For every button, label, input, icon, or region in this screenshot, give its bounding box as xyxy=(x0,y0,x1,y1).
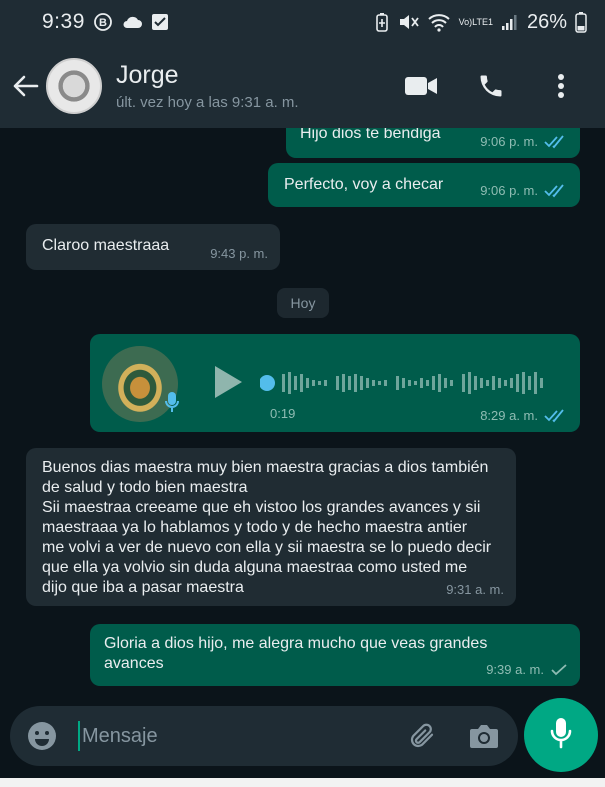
voice-record-button[interactable] xyxy=(524,698,598,772)
phone-icon[interactable] xyxy=(473,68,509,104)
contact-avatar[interactable] xyxy=(46,58,102,114)
text-caret xyxy=(78,721,80,751)
battery-icon xyxy=(575,11,587,33)
svg-text:B: B xyxy=(99,17,107,29)
read-double-check-icon xyxy=(544,409,568,423)
message-composer xyxy=(0,698,605,787)
read-double-check-icon xyxy=(544,184,568,198)
message-text: Claroo maestraaa xyxy=(42,237,170,254)
message-outgoing[interactable]: Perfecto, voy a checar 9:06 p. m. xyxy=(268,163,580,207)
message-time: 9:06 p. m. xyxy=(480,134,538,149)
battery-percent: 26% xyxy=(526,10,567,33)
voice-message[interactable]: 0:19 8:29 a. m. xyxy=(90,334,580,432)
attach-icon[interactable] xyxy=(402,716,442,756)
message-time: 9:43 p. m. xyxy=(210,246,268,261)
network-lte-label: LTE1 xyxy=(472,16,493,27)
more-options-icon[interactable] xyxy=(543,68,579,104)
message-outgoing[interactable]: Gloria a dios hijo, me alegra mucho que … xyxy=(90,624,580,686)
network-volte-label: Vo) xyxy=(458,16,473,27)
chat-area[interactable]: Hijo dios te bendiga 9:06 p. m. Perfecto… xyxy=(0,128,605,698)
message-text: Perfecto, voy a checar xyxy=(284,176,444,193)
message-time: 9:31 a. m. xyxy=(446,582,504,597)
check-box-icon xyxy=(151,13,169,31)
system-nav-bar xyxy=(0,778,605,787)
camera-icon[interactable] xyxy=(464,716,504,756)
voice-waveform[interactable] xyxy=(260,368,560,398)
sent-double-check-icon xyxy=(550,663,568,677)
message-time: 9:39 a. m. xyxy=(486,662,544,677)
message-incoming[interactable]: Buenos dias maestra muy bien maestra gra… xyxy=(26,448,516,606)
contact-name[interactable]: Jorge xyxy=(116,61,403,90)
play-icon[interactable] xyxy=(212,364,244,406)
mic-icon xyxy=(549,716,573,755)
message-input[interactable] xyxy=(82,724,380,748)
day-separator: Hoy xyxy=(277,288,329,318)
message-time: 9:06 p. m. xyxy=(480,183,538,198)
message-outgoing[interactable]: Hijo dios te bendiga 9:06 p. m. xyxy=(286,128,580,158)
message-text: Buenos dias maestra muy bien maestra gra… xyxy=(42,459,492,596)
status-bar: 9:39 B Vo) LTE1 26% xyxy=(0,0,605,44)
emoji-icon[interactable] xyxy=(24,718,60,754)
mute-icon xyxy=(397,12,419,32)
message-text: Hijo dios te bendiga xyxy=(300,128,441,142)
contact-info[interactable]: Jorge últ. vez hoy a las 9:31 a. m. xyxy=(116,61,403,111)
last-seen: últ. vez hoy a las 9:31 a. m. xyxy=(116,94,299,111)
video-call-icon[interactable] xyxy=(403,68,439,104)
wifi-icon xyxy=(427,12,451,32)
cloud-icon xyxy=(121,13,143,31)
network-indicator: Vo) LTE1 xyxy=(458,16,493,27)
signal-icon xyxy=(501,13,519,31)
b-notification-icon: B xyxy=(93,12,113,32)
message-text: Gloria a dios hijo, me alegra mucho que … xyxy=(104,635,488,672)
voice-duration: 0:19 xyxy=(270,406,296,421)
back-arrow-icon[interactable] xyxy=(10,71,40,101)
chat-header: Jorge últ. vez hoy a las 9:31 a. m. xyxy=(0,44,605,128)
battery-saver-icon xyxy=(375,12,389,32)
composer-pill[interactable] xyxy=(10,706,518,766)
read-double-check-icon xyxy=(544,135,568,149)
message-incoming[interactable]: Claroo maestraaa 9:43 p. m. xyxy=(26,224,280,270)
status-time: 9:39 xyxy=(42,10,85,33)
mic-icon xyxy=(164,390,180,420)
message-time: 8:29 a. m. xyxy=(480,408,538,423)
